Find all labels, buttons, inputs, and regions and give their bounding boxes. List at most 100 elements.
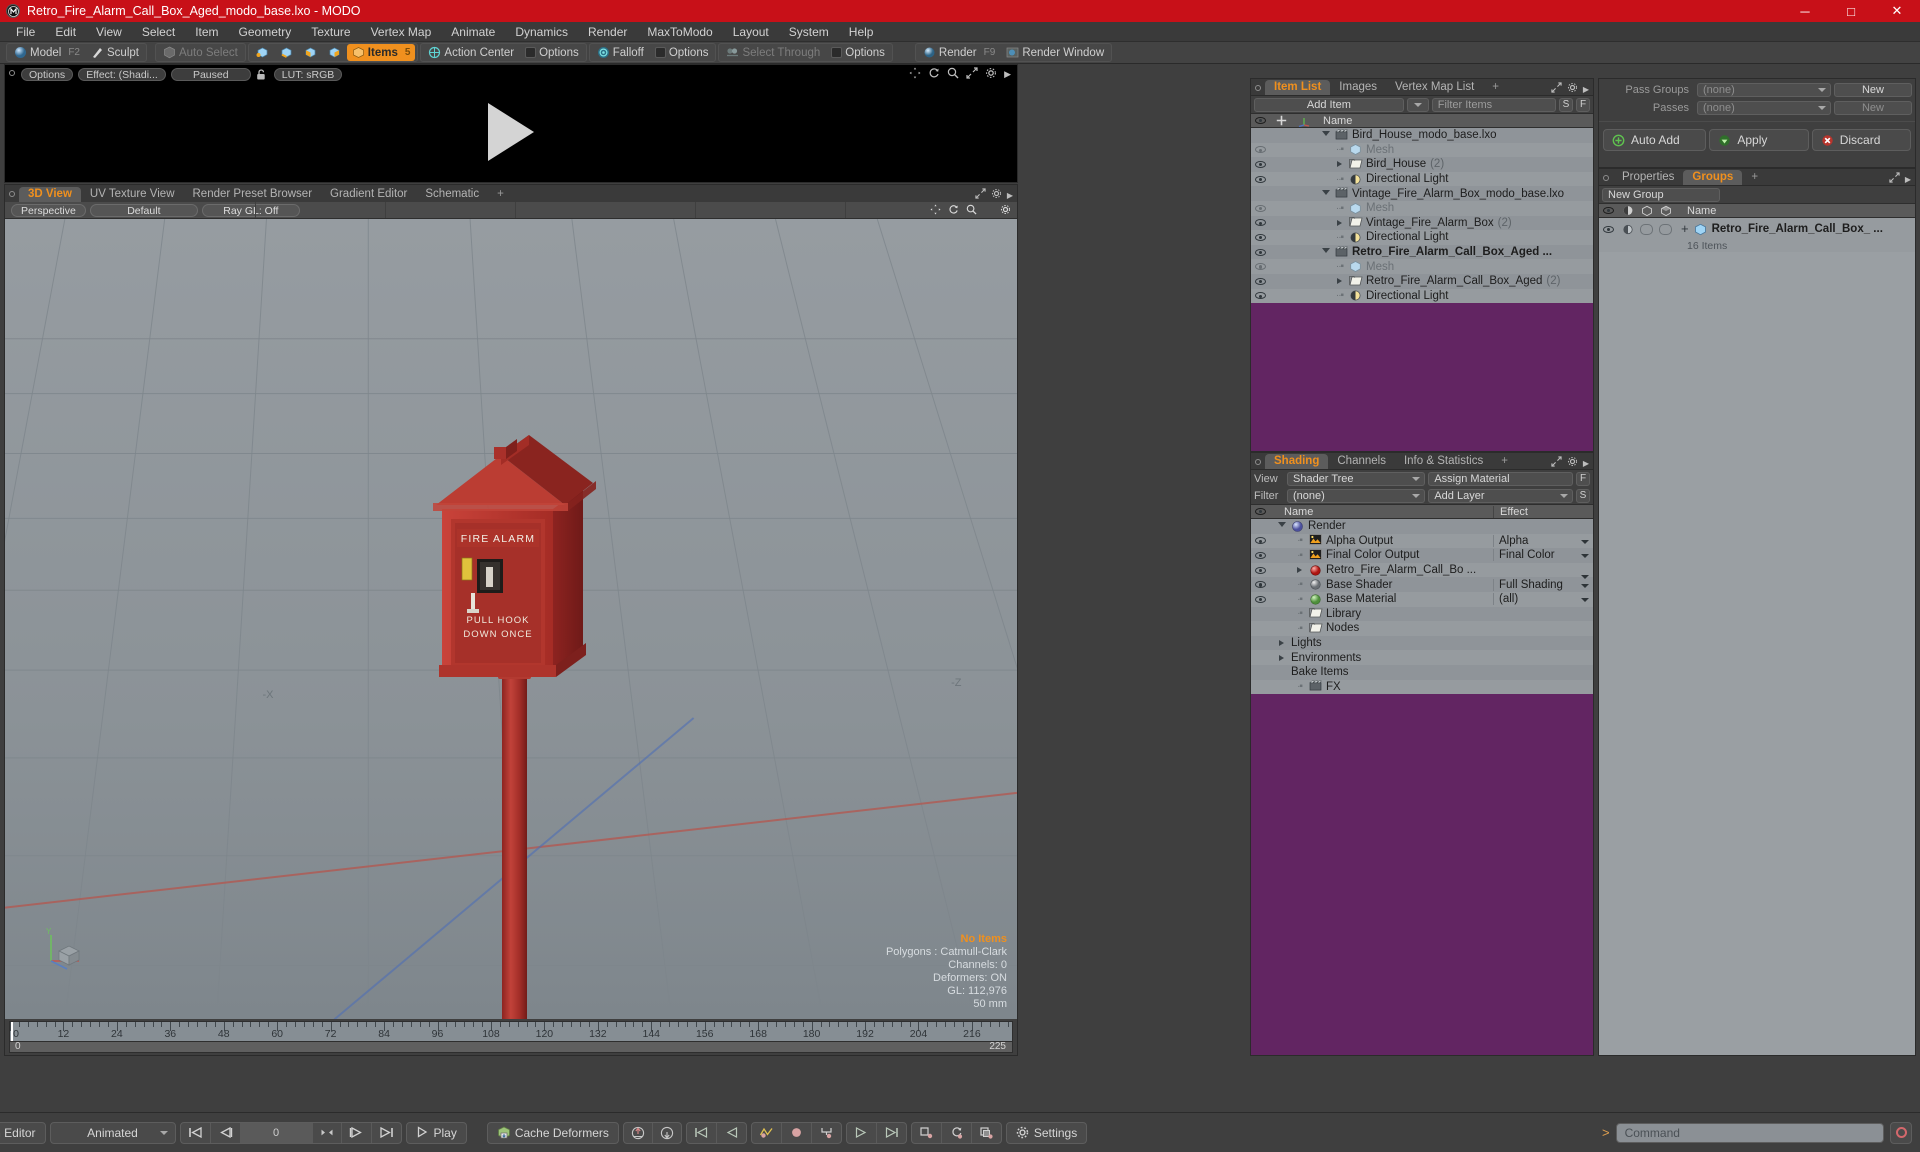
falloff-options-button[interactable]: Options (650, 44, 714, 61)
menu-item-file[interactable]: File (6, 22, 45, 42)
item-panel-menu-dot-icon[interactable] (1255, 85, 1261, 91)
previous-keyframe-button[interactable] (687, 1122, 717, 1143)
item-list-row[interactable]: Retro_Fire_Alarm_Call_Box_Aged ... (1251, 244, 1593, 260)
delete-key-button[interactable] (912, 1122, 942, 1143)
create-key-curve-button[interactable] (752, 1122, 782, 1143)
discard-button[interactable]: Discard (1811, 129, 1911, 151)
add-item-dropdown[interactable] (1406, 97, 1429, 112)
twirl-down-icon[interactable] (1320, 189, 1331, 198)
shading-visibility-toggle[interactable] (1251, 566, 1270, 574)
shading-row[interactable]: Render (1251, 519, 1593, 534)
select-through-options-button[interactable]: Options (826, 44, 890, 61)
twirl-right-icon[interactable] (1334, 278, 1345, 285)
shading-row[interactable]: ·▪ Final Color Output Final Color (1251, 548, 1593, 563)
shading-effect-cell[interactable]: Full Shading (1493, 578, 1593, 591)
item-visibility-toggle[interactable] (1251, 248, 1270, 256)
menu-item-animate[interactable]: Animate (441, 22, 505, 42)
maximize-viewport-icon[interactable] (975, 188, 986, 202)
shading-effect-cell[interactable]: Final Color (1493, 549, 1593, 562)
menu-item-edit[interactable]: Edit (45, 22, 86, 42)
item-list-row[interactable]: ··▪ Directional Light (1251, 288, 1593, 304)
timeline-range-bar[interactable]: 0 225 (9, 1041, 1013, 1053)
item-chevron-right-icon[interactable]: ▶ (1583, 85, 1589, 94)
menu-item-select[interactable]: Select (132, 22, 185, 42)
shading-row[interactable]: Environments (1251, 650, 1593, 665)
previous-key-button[interactable] (211, 1122, 241, 1143)
menu-item-item[interactable]: Item (185, 22, 228, 42)
minimize-button[interactable]: ─ (1782, 0, 1828, 22)
viewport-chevron-right-icon[interactable]: ▶ (1007, 191, 1013, 200)
groups-panel-menu-dot-icon[interactable] (1603, 175, 1609, 181)
shading-maximize-icon[interactable] (1551, 456, 1562, 470)
groups-tab-groups[interactable]: Groups (1683, 170, 1743, 185)
unlock-icon[interactable] (256, 68, 269, 81)
twirl-down-icon[interactable] (1320, 248, 1331, 256)
item-visibility-toggle[interactable] (1251, 160, 1270, 168)
settings-button[interactable]: Settings (1005, 1121, 1088, 1144)
item-list-row[interactable]: ··▪ Mesh (1251, 200, 1593, 216)
falloff-button[interactable]: Falloff (592, 44, 649, 61)
preview-lut-button[interactable]: LUT: sRGB (273, 68, 343, 81)
groups-table-row[interactable]: + Retro_Fire_Alarm_Call_Box_ ... (1599, 218, 1915, 240)
item-visibility-toggle[interactable] (1251, 204, 1270, 212)
animated-dropdown[interactable]: Animated (49, 1121, 176, 1144)
new-pass-button[interactable]: New (1834, 100, 1912, 115)
shading-row[interactable]: ·▪ Base Material (all) (1251, 591, 1593, 607)
next-keyframe-step-button[interactable] (847, 1122, 877, 1143)
shading-list-rows[interactable]: Render ·▪ Alpha Output Alpha ·▪ Final Color O… (1251, 519, 1593, 1055)
sculpt-mode-button[interactable]: Sculpt (86, 44, 144, 61)
viewport-tab-gradient-editor[interactable]: Gradient Editor (321, 187, 416, 202)
viewport-panel-menu-dot-icon[interactable] (9, 191, 15, 197)
twirl-right-icon[interactable] (1334, 161, 1345, 168)
viewport-rotate-icon[interactable] (948, 204, 959, 218)
cache-deformers-button[interactable]: Cache Deformers (486, 1121, 619, 1144)
shading-twirl-right-icon[interactable] (1294, 567, 1305, 574)
go-to-end-button[interactable] (372, 1123, 401, 1143)
shading-row[interactable]: Lights (1251, 635, 1593, 651)
shading-row[interactable]: Bake Items (1251, 664, 1593, 680)
viewport-pan-icon[interactable] (930, 204, 941, 218)
item-visibility-toggle[interactable] (1251, 175, 1270, 183)
viewport-zoom-icon[interactable] (966, 204, 977, 218)
item-list-tab-images[interactable]: Images (1330, 80, 1386, 95)
preview-state-button[interactable]: Paused (170, 68, 251, 81)
gear-icon[interactable] (985, 67, 997, 82)
item-list-s-button[interactable]: S (1559, 97, 1573, 112)
render-button[interactable]: Render F9 (918, 44, 1000, 61)
preview-options-button[interactable]: Options (21, 68, 74, 81)
shading-row[interactable]: ·▪ Base Shader Full Shading (1251, 577, 1593, 592)
new-pass-group-button[interactable]: New (1834, 82, 1912, 97)
item-list-row[interactable]: Bird_House_modo_base.lxo (1251, 128, 1593, 143)
group-row-solid-toggle[interactable] (1656, 223, 1675, 235)
item-list-row[interactable]: Vintage_Fire_Alarm_Box (2) (1251, 215, 1593, 231)
filter-items-input[interactable]: Filter Items (1431, 97, 1556, 112)
item-list-row[interactable]: ··▪ Directional Light (1251, 171, 1593, 187)
item-list-rows[interactable]: Bird_House_modo_base.lxo ··▪ Mesh Bird_Hous… (1251, 128, 1593, 451)
group-row-wireframe-toggle[interactable] (1637, 223, 1656, 235)
shading-visibility-toggle[interactable] (1251, 581, 1270, 589)
timeline-ruler[interactable]: 12 24 36 48 60 72 84 96 108 120 132 144 156 168 180 192… (9, 1021, 1013, 1041)
menu-item-system[interactable]: System (779, 22, 839, 42)
shading-twirl-right-icon[interactable] (1276, 654, 1287, 661)
shading-visibility-toggle[interactable] (1251, 537, 1270, 545)
passes-dropdown[interactable]: (none) (1697, 100, 1831, 115)
twirl-down-icon[interactable] (1320, 131, 1331, 139)
add-item-button[interactable]: Add Item (1254, 97, 1404, 112)
shading-twirl-down-icon[interactable] (1276, 522, 1287, 530)
shading-filter-dropdown[interactable]: (none) (1287, 488, 1426, 503)
item-list-row[interactable]: Bird_House (2) (1251, 157, 1593, 172)
preview-effect-button[interactable]: Effect: (Shadi... (78, 68, 166, 81)
key-channels-button[interactable] (812, 1123, 841, 1143)
item-list-tab-vertex-map-list[interactable]: Vertex Map List (1386, 80, 1483, 95)
material-mode-button[interactable] (323, 44, 346, 61)
render-preview-stage[interactable] (5, 82, 1017, 182)
auto-add-button[interactable]: Auto Add (1603, 129, 1707, 151)
item-list-add-tab-button[interactable]: + (1483, 80, 1508, 95)
item-list-row[interactable]: ··▪ Directional Light (1251, 230, 1593, 245)
pass-groups-dropdown[interactable]: (none) (1697, 82, 1831, 97)
viewport-tab-schematic[interactable]: Schematic (416, 187, 488, 202)
item-visibility-toggle[interactable] (1251, 146, 1270, 154)
shading-panel-menu-dot-icon[interactable] (1255, 459, 1261, 465)
shading-effect-cell[interactable]: Alpha (1493, 534, 1593, 547)
current-frame-field[interactable]: 0 (240, 1122, 313, 1143)
